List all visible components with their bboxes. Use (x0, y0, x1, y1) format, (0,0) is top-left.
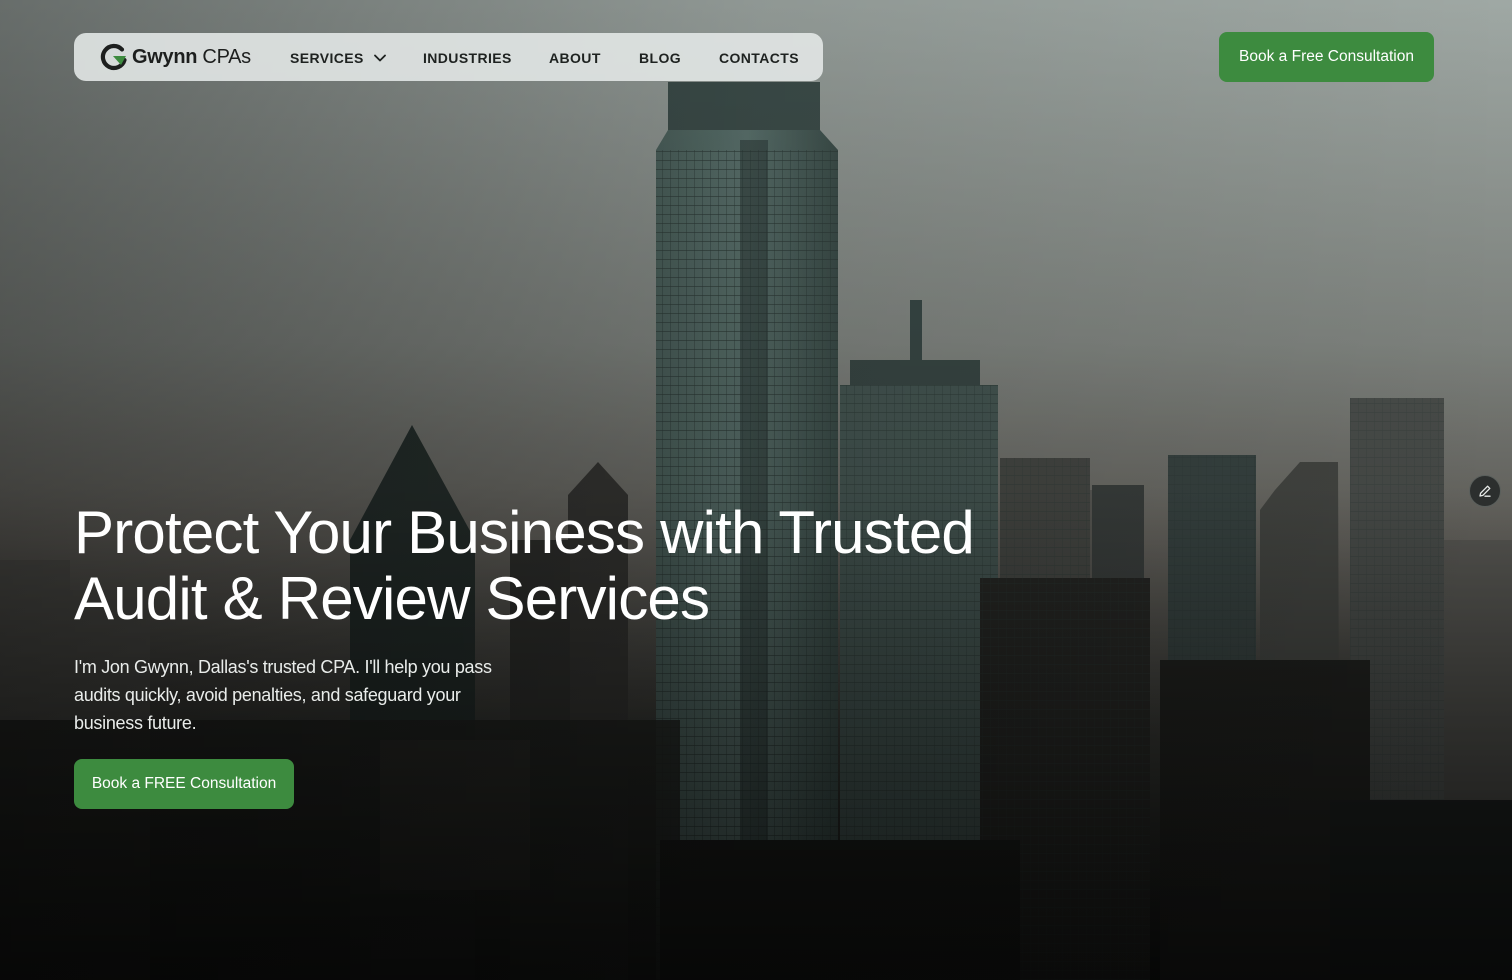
chevron-down-icon (373, 54, 386, 62)
pencil-icon (1479, 485, 1491, 497)
hero-headline: Protect Your Business with Trusted Audit… (74, 500, 1014, 632)
brand-logo[interactable]: Gwynn CPAs (100, 43, 251, 71)
brand-name: Gwynn CPAs (132, 45, 251, 68)
hero-section (0, 0, 1512, 980)
nav-item-blog[interactable]: BLOG (639, 49, 681, 67)
headline-line: Audit & Review Services (74, 565, 710, 632)
nav-item-label: INDUSTRIES (423, 50, 512, 66)
city-skyline-background (0, 0, 1512, 980)
subtext-line: business future. (74, 713, 197, 733)
subtext-line: audits quickly, avoid penalties, and saf… (74, 685, 461, 705)
headline-line: Protect Your Business with Trusted (74, 499, 975, 566)
main-navigation: Gwynn CPAs SERVICES INDUSTRIES ABOUT BLO… (74, 33, 823, 81)
nav-item-label: SERVICES (290, 50, 364, 66)
nav-item-industries[interactable]: INDUSTRIES (423, 49, 512, 67)
book-consultation-button[interactable]: Book a Free Consultation (1219, 32, 1434, 82)
nav-item-contacts[interactable]: CONTACTS (719, 49, 799, 67)
nav-item-label: ABOUT (549, 50, 601, 66)
nav-item-label: CONTACTS (719, 50, 799, 66)
edit-button[interactable] (1469, 475, 1501, 507)
hero-subtext: I'm Jon Gwynn, Dallas's trusted CPA. I'l… (74, 653, 524, 737)
g-logo-icon (100, 43, 127, 71)
nav-item-label: BLOG (639, 50, 682, 66)
subtext-line: I'm Jon Gwynn, Dallas's trusted CPA. I'l… (74, 657, 492, 677)
book-free-consultation-button[interactable]: Book a FREE Consultation (74, 759, 294, 809)
nav-item-about[interactable]: ABOUT (549, 49, 601, 67)
nav-item-services[interactable]: SERVICES (290, 49, 386, 67)
